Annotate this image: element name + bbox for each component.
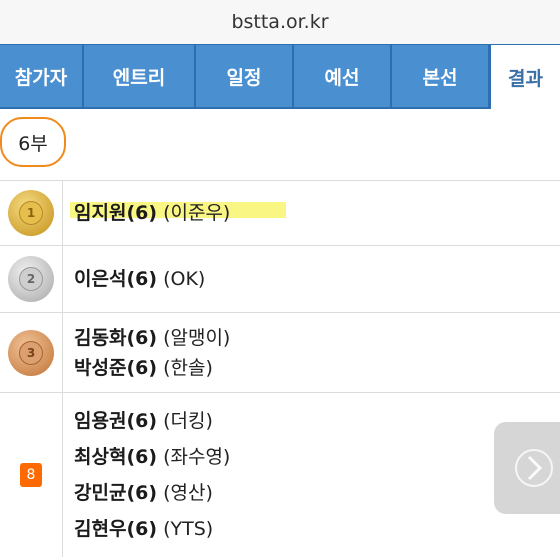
gold-medal-icon: 1 (8, 189, 54, 236)
tab-entry[interactable]: 엔트리 (84, 45, 196, 109)
player-club: (더킹) (163, 410, 213, 432)
chevron-right-icon (515, 449, 553, 487)
next-page-button[interactable] (494, 422, 560, 514)
player-entry: 최상혁(6) (좌수영) (74, 439, 230, 475)
results-list: 1 임지원(6) (이준우) 2 이은석(6) (OK) 3 김동화(6) (알… (0, 180, 560, 557)
player-club: (이준우) (163, 201, 231, 224)
result-row-1: 1 임지원(6) (이준우) (0, 180, 560, 246)
player-name: 이은석(6) (74, 268, 158, 290)
medal-rank: 2 (19, 267, 43, 291)
player-entry: 김현우(6) (YTS) (74, 511, 230, 547)
player-list: 임지원(6) (이준우) (74, 180, 230, 245)
player-list: 이은석(6) (OK) (74, 246, 205, 312)
player-club: (한솔) (163, 356, 213, 379)
result-row-8: 8 임용권(6) (더킹) 최상혁(6) (좌수영) 강민균(6) (영산) 김… (0, 393, 560, 557)
player-entry: 강민균(6) (영산) (74, 475, 230, 511)
player-list: 임용권(6) (더킹) 최상혁(6) (좌수영) 강민균(6) (영산) 김현우… (74, 393, 230, 557)
bronze-medal-icon: 3 (8, 329, 54, 376)
player-name: 강민균(6) (74, 482, 158, 504)
tab-preliminary[interactable]: 예선 (294, 45, 392, 109)
rank-badge: 8 (20, 463, 42, 487)
player-name: 김현우(6) (74, 518, 158, 540)
player-name: 최상혁(6) (74, 446, 158, 468)
player-name: 임지원(6) (74, 201, 158, 224)
player-entry: 이은석(6) (OK) (74, 261, 205, 297)
player-club: (YTS) (163, 518, 214, 540)
player-club: (OK) (163, 268, 206, 290)
player-entry: 박성준(6) (한솔) (74, 353, 230, 383)
player-entry: 김동화(6) (알맹이) (74, 323, 230, 353)
rank-cell: 8 (0, 393, 63, 557)
address-bar[interactable]: bstta.or.kr (0, 0, 560, 44)
url-text: bstta.or.kr (231, 11, 329, 33)
tab-main-round[interactable]: 본선 (392, 45, 490, 109)
medal-rank: 1 (19, 200, 43, 225)
division-button[interactable]: 6부 (0, 117, 66, 167)
tab-results[interactable]: 결과 (490, 45, 560, 109)
player-list: 김동화(6) (알맹이) 박성준(6) (한솔) (74, 313, 230, 392)
division-selector-row: 6부 (0, 108, 560, 181)
player-club: (영산) (163, 482, 213, 504)
rank-cell: 1 (0, 180, 63, 245)
tab-bar: 참가자 엔트리 일정 예선 본선 결과 (0, 44, 560, 109)
player-name: 임용권(6) (74, 410, 158, 432)
rank-cell: 3 (0, 313, 63, 392)
player-club: (좌수영) (163, 446, 231, 468)
medal-rank: 3 (19, 340, 43, 365)
silver-medal-icon: 2 (8, 256, 54, 302)
result-row-2: 2 이은석(6) (OK) (0, 246, 560, 313)
result-row-3: 3 김동화(6) (알맹이) 박성준(6) (한솔) (0, 313, 560, 393)
tab-schedule[interactable]: 일정 (196, 45, 294, 109)
player-club: (알맹이) (163, 326, 231, 349)
player-name: 김동화(6) (74, 326, 158, 349)
player-name: 박성준(6) (74, 356, 158, 379)
player-entry: 임지원(6) (이준우) (74, 195, 230, 231)
rank-cell: 2 (0, 246, 63, 312)
tab-participants[interactable]: 참가자 (0, 45, 84, 109)
player-entry: 임용권(6) (더킹) (74, 403, 230, 439)
